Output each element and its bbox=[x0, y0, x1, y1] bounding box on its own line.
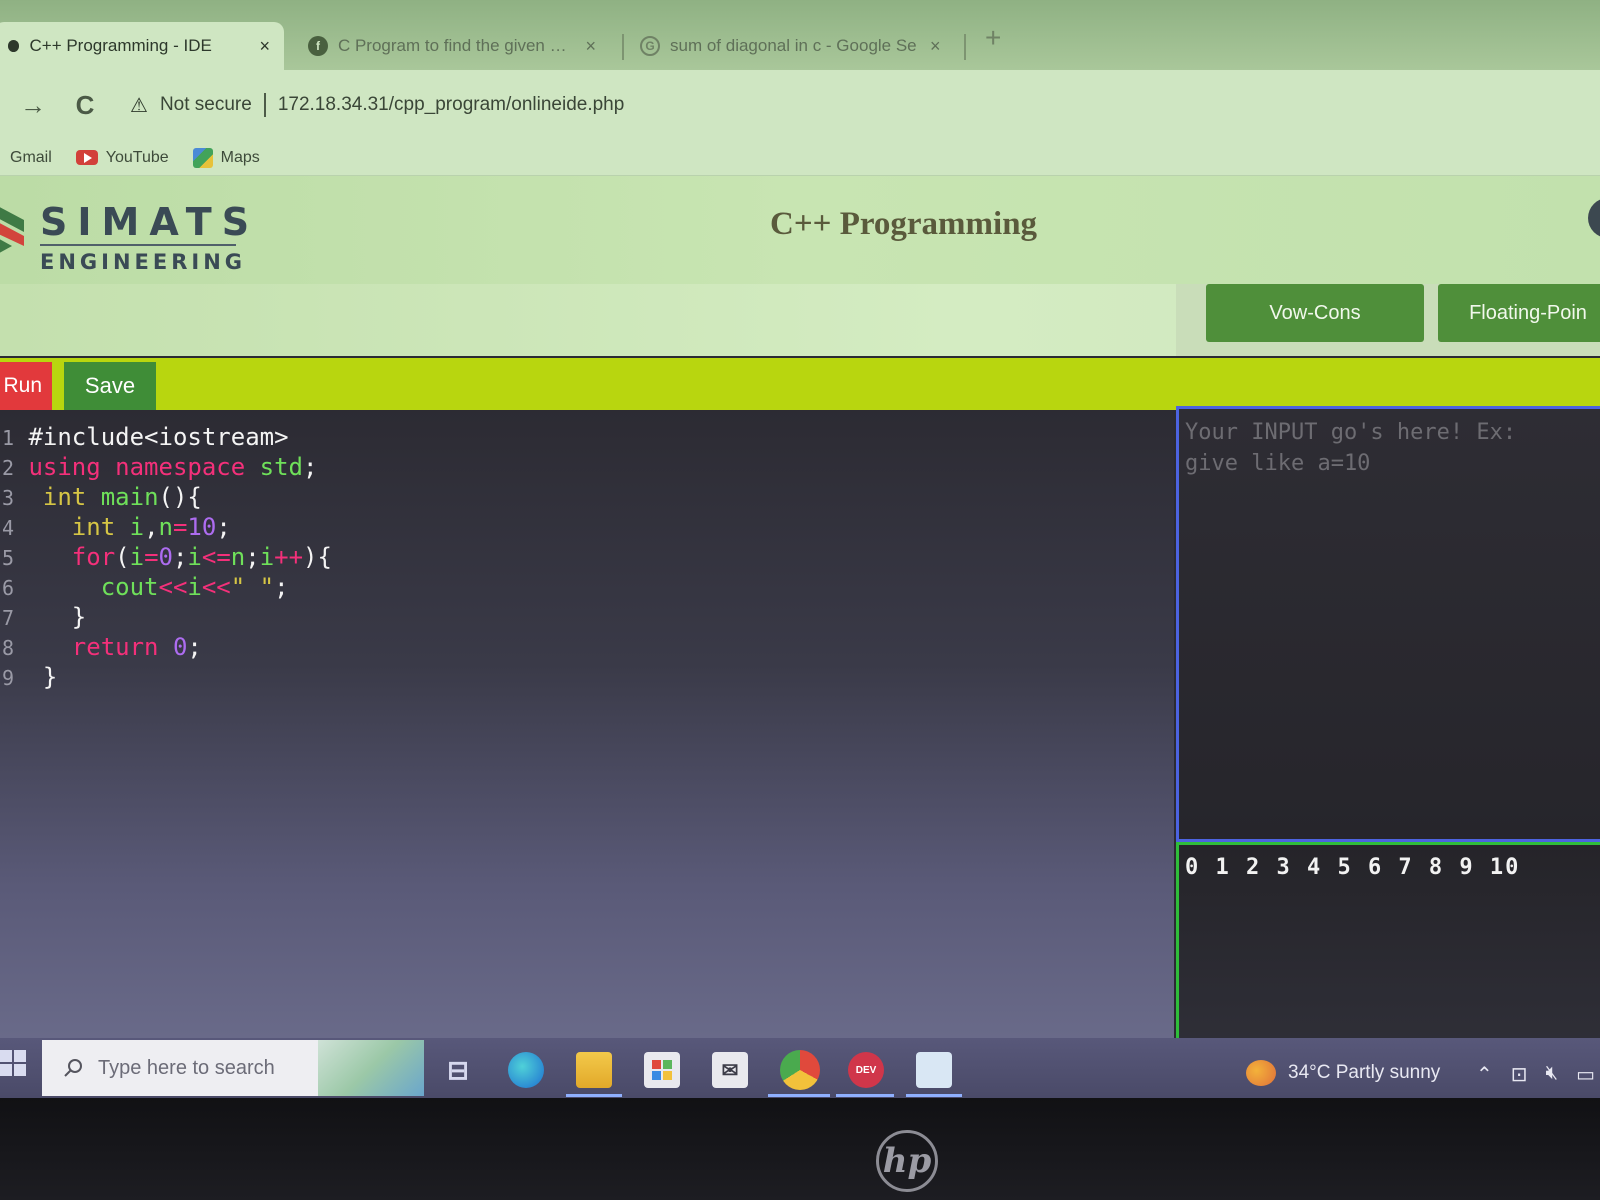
logo-subtext: ENGINEERING bbox=[40, 250, 247, 274]
omnibox-separator bbox=[263, 93, 266, 117]
tab-title: C++ Programming - IDE bbox=[29, 36, 212, 55]
program-button-vow-cons[interactable]: Vow-Cons bbox=[1206, 284, 1424, 342]
code-line: 6 cout<<i<<" "; bbox=[1, 573, 289, 601]
tab-separator bbox=[964, 34, 966, 60]
page-title: C++ Programming bbox=[770, 206, 1038, 242]
reload-button[interactable]: C bbox=[70, 90, 100, 121]
store-icon[interactable] bbox=[644, 1052, 680, 1088]
mail-icon[interactable]: ✉ bbox=[712, 1052, 748, 1088]
code-line: 3 int main(){ bbox=[1, 483, 202, 511]
tab-google-search[interactable]: G sum of diagonal in c - Google Se × bbox=[626, 22, 956, 70]
tab-cpp-ide[interactable]: C++ Programming - IDE × bbox=[0, 22, 284, 70]
security-label[interactable]: Not secure bbox=[160, 94, 252, 116]
url-text[interactable]: 172.18.34.31/cpp_program/onlineide.php bbox=[278, 94, 625, 116]
youtube-icon bbox=[75, 150, 98, 165]
tab-separator bbox=[622, 34, 624, 60]
code-line: 9 } bbox=[1, 663, 58, 691]
action-bar bbox=[0, 358, 1600, 410]
hp-logo: hp bbox=[876, 1130, 938, 1192]
code-line: 7 } bbox=[1, 603, 87, 631]
active-indicator bbox=[768, 1094, 830, 1097]
active-indicator bbox=[906, 1094, 962, 1097]
code-line: 4 int i,n=10; bbox=[1, 513, 231, 541]
chevron-up-icon[interactable]: ⌃ bbox=[1476, 1062, 1493, 1087]
code-line: 2 using namespace std; bbox=[1, 453, 318, 481]
input-panel bbox=[1176, 406, 1600, 842]
file-explorer-icon[interactable] bbox=[576, 1052, 612, 1088]
logo-text: SIMATS bbox=[40, 200, 260, 244]
bookmark-maps[interactable]: Maps bbox=[192, 147, 260, 168]
chrome-icon[interactable] bbox=[780, 1050, 820, 1090]
notification-icon[interactable]: ▭ bbox=[1576, 1062, 1595, 1087]
search-icon bbox=[64, 1059, 82, 1077]
dev-cpp-icon[interactable]: DEV bbox=[848, 1052, 884, 1088]
task-view-icon[interactable]: ⊟ bbox=[440, 1052, 476, 1088]
weather-text: 34°C Partly sunny bbox=[1288, 1062, 1441, 1083]
tab-title: sum of diagonal in c - Google Se bbox=[670, 36, 917, 55]
app-window-icon[interactable] bbox=[916, 1052, 952, 1088]
bookmark-label: YouTube bbox=[105, 148, 169, 166]
weather-icon bbox=[1246, 1060, 1276, 1086]
run-button[interactable]: Run bbox=[0, 362, 52, 410]
windows-start-icon[interactable] bbox=[0, 1050, 26, 1076]
simats-logo-icon bbox=[0, 207, 24, 253]
forward-button[interactable]: → bbox=[18, 90, 48, 121]
active-indicator bbox=[836, 1094, 894, 1097]
close-icon[interactable]: × bbox=[259, 36, 270, 57]
site-favicon-icon: f bbox=[308, 36, 328, 56]
code-line: 5 for(i=0;i<=n;i++){ bbox=[1, 543, 332, 571]
avatar[interactable] bbox=[1588, 198, 1600, 238]
bookmarks-bar: Gmail YouTube Maps bbox=[0, 140, 1600, 176]
site-header: SIMATS ENGINEERING C++ Programming bbox=[0, 176, 1600, 284]
omnibox[interactable]: ⚠ Not secure 172.18.34.31/cpp_program/on… bbox=[130, 93, 624, 118]
output-panel: 0 1 2 3 4 5 6 7 8 9 10 bbox=[1176, 842, 1600, 1052]
warning-icon: ⚠ bbox=[130, 94, 148, 117]
google-icon: G bbox=[640, 36, 660, 56]
monitor-screen: C++ Programming - IDE × f C Program to f… bbox=[0, 0, 1600, 1098]
code-editor[interactable]: 1 #include<iostream> 2 using namespace s… bbox=[0, 410, 1174, 1046]
program-button-floating-point[interactable]: Floating-Poin bbox=[1438, 284, 1600, 342]
volume-icon[interactable]: 🔇︎ bbox=[1546, 1062, 1559, 1087]
code-line: 1 #include<iostream> bbox=[1, 423, 289, 451]
close-icon[interactable]: × bbox=[930, 36, 941, 57]
network-icon[interactable]: ⊡ bbox=[1511, 1062, 1528, 1087]
monitor-bezel bbox=[0, 1098, 1600, 1200]
bookmark-label: Gmail bbox=[10, 148, 52, 166]
maps-icon bbox=[192, 147, 213, 168]
bookmark-gmail[interactable]: Gmail bbox=[10, 149, 52, 167]
edge-icon[interactable] bbox=[508, 1052, 544, 1088]
search-highlight-image bbox=[318, 1040, 424, 1096]
bookmark-label: Maps bbox=[220, 148, 260, 166]
save-button[interactable]: Save bbox=[64, 362, 156, 410]
tab-title: C Program to find the given num bbox=[337, 36, 576, 55]
close-icon[interactable]: × bbox=[585, 36, 596, 57]
active-indicator bbox=[566, 1094, 622, 1097]
address-bar: → C ⚠ Not secure 172.18.34.31/cpp_progra… bbox=[0, 70, 1600, 140]
code-line: 8 return 0; bbox=[1, 633, 202, 661]
search-placeholder: Type here to search bbox=[98, 1056, 275, 1079]
stdin-input[interactable] bbox=[1185, 417, 1594, 831]
system-tray: ⌃ ⊡ 🔇︎ ▭ bbox=[1476, 1062, 1595, 1087]
new-tab-button[interactable]: + bbox=[985, 22, 1001, 54]
program-output: 0 1 2 3 4 5 6 7 8 9 10 bbox=[1185, 855, 1521, 880]
logo-divider bbox=[40, 244, 236, 246]
weather-widget[interactable]: 34°C Partly sunny bbox=[1246, 1060, 1440, 1086]
site-favicon-icon bbox=[8, 40, 20, 52]
bookmark-youtube[interactable]: YouTube bbox=[75, 148, 169, 167]
tab-c-program[interactable]: f C Program to find the given num × bbox=[294, 22, 610, 70]
